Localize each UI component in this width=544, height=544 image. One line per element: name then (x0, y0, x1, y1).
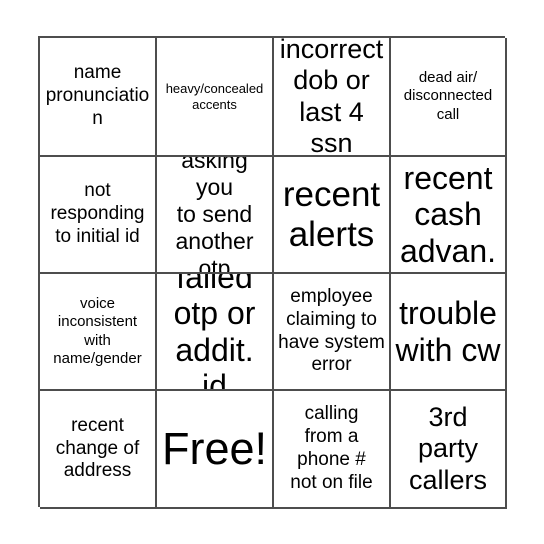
bingo-cell-text: failed otp or addit. id (173, 274, 256, 391)
bingo-cell-text: recent alerts (282, 175, 381, 254)
bingo-cell-r3c4[interactable]: trouble with cw (391, 274, 507, 391)
bingo-cell-r2c4[interactable]: recent cash advan. (391, 157, 507, 274)
bingo-cell-r4c4[interactable]: 3rd party callers (391, 391, 507, 509)
bingo-cell-r3c3[interactable]: employee claiming to have system error (274, 274, 391, 391)
bingo-cell-r2c3[interactable]: recent alerts (274, 157, 391, 274)
bingo-cell-free-space[interactable]: Free! (157, 391, 274, 509)
bingo-cell-text: recent change of address (55, 414, 140, 482)
bingo-cell-r1c4[interactable]: dead air/ disconnected call (391, 38, 507, 157)
bingo-cell-r1c1[interactable]: name pronunciation (40, 38, 157, 157)
bingo-card-grid: name pronunciation heavy/concealed accen… (38, 36, 507, 509)
bingo-cell-r2c1[interactable]: not responding to initial id (40, 157, 157, 274)
bingo-cell-text: 3rd party callers (408, 402, 488, 495)
bingo-cell-text: recent cash advan. (399, 159, 497, 269)
bingo-cell-text: heavy/concealed accents (165, 80, 264, 112)
bingo-cell-r3c1[interactable]: voice inconsistent with name/gender (40, 274, 157, 391)
bingo-cell-text: dead air/ disconnected call (403, 69, 493, 123)
bingo-cell-r3c2[interactable]: failed otp or addit. id (157, 274, 274, 391)
bingo-cell-text: calling from a phone # not on file (290, 403, 373, 493)
bingo-cell-text: trouble with cw (395, 295, 501, 368)
bingo-cell-r1c2[interactable]: heavy/concealed accents (157, 38, 274, 157)
bingo-cell-text: employee claiming to have system error (278, 285, 385, 376)
bingo-cell-r2c2[interactable]: asking you to send another otp (157, 157, 274, 274)
bingo-free-space-text: Free! (161, 423, 268, 475)
bingo-cell-r4c1[interactable]: recent change of address (40, 391, 157, 509)
bingo-cell-text: asking you to send another otp (175, 157, 254, 274)
bingo-cell-text: voice inconsistent with name/gender (53, 294, 142, 367)
bingo-cell-r4c3[interactable]: calling from a phone # not on file (274, 391, 391, 509)
bingo-cell-text: name pronunciation (45, 62, 150, 129)
bingo-cell-r1c3[interactable]: incorrect dob or last 4 ssn (274, 38, 391, 157)
bingo-cell-text: not responding to initial id (50, 180, 145, 247)
bingo-cell-text: incorrect dob or last 4 ssn (279, 38, 384, 157)
